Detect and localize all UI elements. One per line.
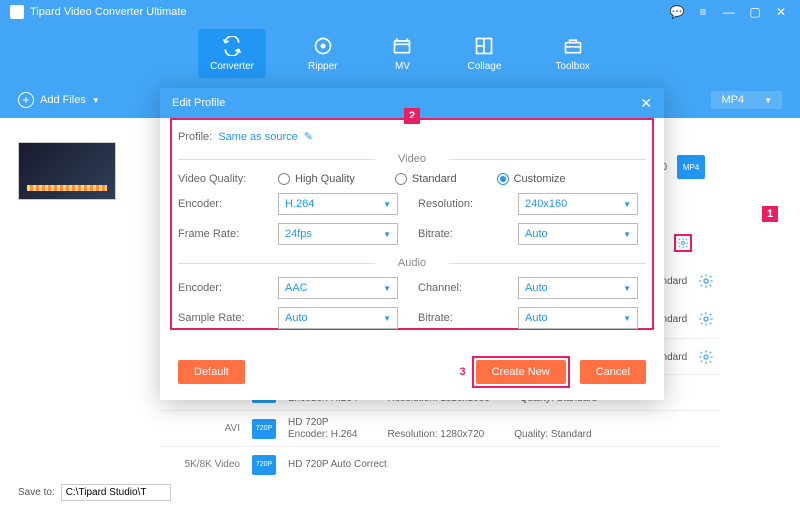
save-to-input[interactable]	[61, 484, 171, 501]
mv-icon	[391, 35, 413, 57]
section-audio: Audio	[178, 257, 646, 269]
marker-3: 3	[460, 364, 466, 380]
ripper-icon	[312, 35, 334, 57]
tab-label: Collage	[467, 61, 501, 72]
app-title: Tipard Video Converter Ultimate	[30, 6, 187, 18]
format-badge-icon: 720P	[252, 419, 276, 439]
save-to: Save to:	[18, 484, 171, 501]
add-files-button[interactable]: + Add Files ▼	[18, 92, 100, 108]
frame-rate-combo[interactable]: 24fps	[278, 223, 398, 245]
toolbox-icon	[562, 35, 584, 57]
add-files-label: Add Files	[40, 94, 86, 106]
audio-encoder-label: Encoder:	[178, 282, 258, 294]
radio-standard[interactable]: Standard	[395, 173, 457, 185]
tab-mv[interactable]: MV	[379, 29, 425, 78]
channel-label: Channel:	[418, 282, 498, 294]
save-to-label: Save to:	[18, 487, 55, 498]
chevron-down-icon: ▼	[92, 96, 100, 105]
tab-converter[interactable]: Converter	[198, 29, 266, 78]
default-button[interactable]: Default	[178, 360, 245, 384]
video-thumbnail[interactable]	[18, 142, 116, 200]
collage-icon	[473, 35, 495, 57]
feedback-icon[interactable]: 💬	[668, 3, 686, 21]
maximize-icon[interactable]: ▢	[746, 3, 764, 21]
resolution-combo[interactable]: 240x160	[518, 193, 638, 215]
tab-label: Toolbox	[555, 61, 589, 72]
dialog-title: Edit Profile	[172, 97, 225, 109]
format-badge-icon: MP4	[677, 155, 705, 179]
chevron-down-icon: ▼	[764, 96, 772, 105]
edit-icon[interactable]: ✎	[304, 130, 313, 143]
app-logo	[10, 5, 24, 19]
frame-rate-label: Frame Rate:	[178, 228, 258, 240]
gear-icon[interactable]	[697, 272, 715, 290]
cancel-button[interactable]: Cancel	[580, 360, 646, 384]
output-format-combo[interactable]: MP4 ▼	[711, 91, 782, 109]
main-tabs: Converter Ripper MV Collage Toolbox	[0, 24, 800, 82]
plus-icon: +	[18, 92, 34, 108]
audio-bitrate-combo[interactable]: Auto	[518, 307, 638, 329]
format-badge-icon: 720P	[252, 455, 276, 475]
sample-rate-combo[interactable]: Auto	[278, 307, 398, 329]
list-item[interactable]: 5K/8K Video 720P HD 720P Auto Correct	[160, 446, 720, 482]
section-video: Video	[178, 153, 646, 165]
video-bitrate-label: Bitrate:	[418, 228, 498, 240]
video-encoder-label: Encoder:	[178, 198, 258, 210]
list-item[interactable]: AVI 720P HD 720PEncoder: H.264Resolution…	[160, 410, 720, 446]
menu-icon[interactable]: ≡	[694, 3, 712, 21]
video-quality-label: Video Quality:	[178, 173, 258, 185]
tab-label: Ripper	[308, 61, 337, 72]
channel-combo[interactable]: Auto	[518, 277, 638, 299]
gear-icon[interactable]	[697, 310, 715, 328]
tab-label: MV	[395, 61, 410, 72]
profile-label: Profile:	[178, 131, 212, 143]
audio-bitrate-label: Bitrate:	[418, 312, 498, 324]
titlebar: Tipard Video Converter Ultimate 💬 ≡ — ▢ …	[0, 0, 800, 24]
audio-encoder-combo[interactable]: AAC	[278, 277, 398, 299]
resolution-label: Resolution:	[418, 198, 498, 210]
video-bitrate-combo[interactable]: Auto	[518, 223, 638, 245]
create-new-button[interactable]: Create New	[476, 360, 566, 384]
tab-collage[interactable]: Collage	[455, 29, 513, 78]
marker-1: 1	[762, 206, 778, 222]
converter-icon	[221, 35, 243, 57]
radio-customize[interactable]: Customize	[497, 173, 566, 185]
gear-icon[interactable]	[674, 234, 692, 252]
tab-label: Converter	[210, 61, 254, 72]
profile-value: Same as source	[218, 131, 297, 143]
minimize-icon[interactable]: —	[720, 3, 738, 21]
close-icon[interactable]: ✕	[640, 95, 652, 112]
video-encoder-combo[interactable]: H.264	[278, 193, 398, 215]
output-format-value: MP4	[721, 94, 744, 106]
radio-high-quality[interactable]: High Quality	[278, 173, 355, 185]
edit-profile-dialog: Edit Profile ✕ 2 Profile: Same as source…	[160, 88, 664, 400]
tab-toolbox[interactable]: Toolbox	[543, 29, 601, 78]
sample-rate-label: Sample Rate:	[178, 312, 258, 324]
tab-ripper[interactable]: Ripper	[296, 29, 349, 78]
close-window-icon[interactable]: ✕	[772, 3, 790, 21]
